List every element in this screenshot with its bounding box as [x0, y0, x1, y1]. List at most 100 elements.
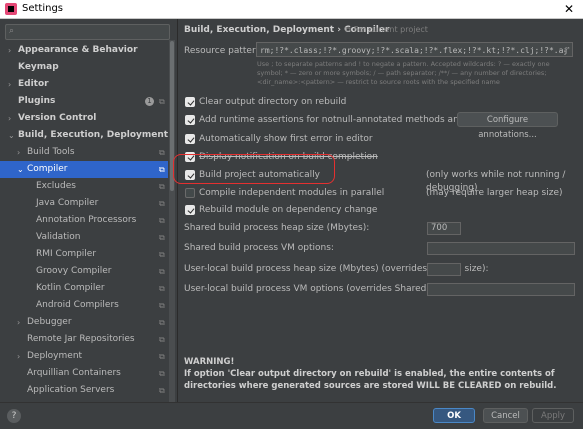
checkbox[interactable]	[185, 188, 195, 198]
sidebar-item-label: Validation	[36, 232, 81, 242]
sidebar-item-java-compiler[interactable]: Java Compiler ⧉	[0, 195, 168, 212]
chevron-right-icon[interactable]: ›	[8, 110, 11, 127]
checkbox-label: Automatically show first error in editor	[199, 134, 373, 144]
checkbox-label: Compile independent modules in parallel	[199, 188, 385, 198]
sidebar-item-compiler[interactable]: ⌄ Compiler ⧉	[0, 161, 168, 178]
project-icon: ⧉	[159, 216, 165, 225]
sidebar-item-label: Java Compiler	[36, 198, 99, 208]
update-badge: 1	[145, 97, 154, 106]
chevron-right-icon[interactable]: ›	[17, 144, 20, 161]
project-icon: ⧉	[159, 199, 165, 208]
sidebar-item-annotation-processors[interactable]: Annotation Processors ⧉	[0, 212, 168, 229]
project-icon: ⧉	[159, 386, 165, 395]
sidebar-item-label: Arquillian Containers	[27, 368, 121, 378]
project-icon: ⧉	[345, 25, 351, 34]
chevron-right-icon[interactable]: ›	[8, 42, 11, 59]
ok-button[interactable]: OK	[433, 408, 475, 423]
for-current-project-hint: ⧉ For current project	[345, 25, 428, 35]
sidebar-item-label: Version Control	[18, 113, 97, 123]
configure-annotations-button[interactable]: Configure annotations...	[457, 112, 558, 140]
field-input[interactable]	[427, 283, 575, 296]
window-title: Settings	[22, 3, 64, 14]
chevron-down-icon[interactable]: ⌄	[8, 127, 15, 144]
settings-sidebar: ⌕ › Appearance & Behavior Keymap › Editor Plu…	[0, 19, 177, 402]
warning-title: WARNING!	[184, 357, 235, 367]
chevron-right-icon[interactable]: ›	[17, 314, 20, 331]
chevron-right-icon[interactable]: ›	[8, 76, 11, 93]
sidebar-item-label: Compiler	[27, 164, 68, 174]
sidebar-item-version-control[interactable]: › Version Control	[0, 110, 168, 127]
sidebar-item-label: Android Compilers	[36, 300, 119, 310]
sidebar-item-label: Appearance & Behavior	[18, 45, 138, 55]
help-icon[interactable]: ?	[7, 409, 21, 423]
sidebar-item-label: Debugger	[27, 317, 72, 327]
close-icon[interactable]: ✕	[561, 1, 577, 17]
checkbox[interactable]	[185, 97, 195, 107]
sidebar-item-excludes[interactable]: Excludes ⧉	[0, 178, 168, 195]
sidebar-item-label: Annotation Processors	[36, 215, 137, 225]
resource-patterns-input[interactable]: rm;!?*.class;!?*.groovy;!?*.scala;!?*.fl…	[256, 42, 573, 57]
dialog-footer: ? OK Cancel Apply	[0, 402, 583, 429]
sidebar-item-deployment[interactable]: › Deployment ⧉	[0, 348, 168, 365]
field-input[interactable]	[427, 263, 461, 276]
sidebar-item-groovy-compiler[interactable]: Groovy Compiler ⧉	[0, 263, 168, 280]
sidebar-item-keymap[interactable]: Keymap	[0, 59, 168, 76]
sidebar-item-label: Plugins	[18, 96, 56, 106]
resource-patterns-help: Use ; to separate patterns and ! to nega…	[257, 60, 550, 86]
sidebar-item-build-tools[interactable]: › Build Tools ⧉	[0, 144, 168, 161]
app-icon	[5, 3, 17, 15]
sidebar-item-arquillian-containers[interactable]: Arquillian Containers ⧉	[0, 365, 168, 382]
option-note: (may require larger heap size)	[426, 188, 563, 198]
chevron-down-icon[interactable]: ⌄	[17, 161, 24, 178]
field-input[interactable]: 700	[427, 222, 461, 235]
search-input[interactable]: ⌕	[5, 24, 170, 40]
sidebar-item-label: Deployment	[27, 351, 83, 361]
sidebar-item-label: RMI Compiler	[36, 249, 97, 259]
sidebar-item-appearance-behavior[interactable]: › Appearance & Behavior	[0, 42, 168, 59]
sidebar-item-debugger[interactable]: › Debugger ⧉	[0, 314, 168, 331]
project-icon: ⧉	[159, 97, 165, 106]
sidebar-item-label: Keymap	[18, 62, 59, 72]
project-icon: ⧉	[159, 284, 165, 293]
title-bar: Settings ✕	[0, 0, 583, 19]
checkbox[interactable]	[185, 134, 195, 144]
field-input[interactable]	[427, 242, 575, 255]
project-icon: ⧉	[159, 182, 165, 191]
sidebar-item-validation[interactable]: Validation ⧉	[0, 229, 168, 246]
sidebar-item-android-compilers[interactable]: Android Compilers ⧉	[0, 297, 168, 314]
project-icon: ⧉	[159, 318, 165, 327]
sidebar-item-label: Excludes	[36, 181, 76, 191]
apply-button[interactable]: Apply	[532, 408, 574, 423]
project-icon: ⧉	[159, 301, 165, 310]
compiler-settings-panel: Build, Execution, Deployment › Compiler …	[178, 19, 583, 402]
sidebar-item-plugins[interactable]: Plugins 1 ⧉	[0, 93, 168, 110]
checkbox[interactable]	[185, 115, 195, 125]
field-label: Shared build process heap size (Mbytes):	[184, 223, 370, 233]
sidebar-item-label: Kotlin Compiler	[36, 283, 105, 293]
project-icon: ⧉	[159, 148, 165, 157]
chevron-right-icon[interactable]: ›	[17, 348, 20, 365]
checkbox[interactable]	[185, 205, 195, 215]
sidebar-item-remote-jar-repositories[interactable]: Remote Jar Repositories ⧉	[0, 331, 168, 348]
highlight-annotation	[173, 154, 335, 184]
sidebar-item-application-servers[interactable]: Application Servers ⧉	[0, 382, 168, 399]
warning-text: If option 'Clear output directory on reb…	[184, 369, 557, 391]
project-icon: ⧉	[159, 267, 165, 276]
cancel-button[interactable]: Cancel	[483, 408, 528, 423]
sidebar-item-kotlin-compiler[interactable]: Kotlin Compiler ⧉	[0, 280, 168, 297]
project-icon: ⧉	[159, 250, 165, 259]
sidebar-item-label: Build Tools	[27, 147, 75, 157]
sidebar-item-editor[interactable]: › Editor	[0, 76, 168, 93]
checkbox-label: Clear output directory on rebuild	[199, 97, 347, 107]
sidebar-item-rmi-compiler[interactable]: RMI Compiler ⧉	[0, 246, 168, 263]
project-icon: ⧉	[159, 335, 165, 344]
sidebar-item-label: Editor	[18, 79, 49, 89]
sidebar-item-build-execution-deployment[interactable]: ⌄ Build, Execution, Deployment	[0, 127, 168, 144]
search-icon: ⌕	[9, 26, 15, 36]
expand-icon[interactable]: ⤢	[564, 46, 570, 55]
project-icon: ⧉	[159, 233, 165, 242]
checkbox-label: Rebuild module on dependency change	[199, 205, 378, 215]
sidebar-item-label: Application Servers	[27, 385, 115, 395]
sidebar-item-label: Build, Execution, Deployment	[18, 130, 169, 140]
project-icon: ⧉	[159, 165, 165, 174]
